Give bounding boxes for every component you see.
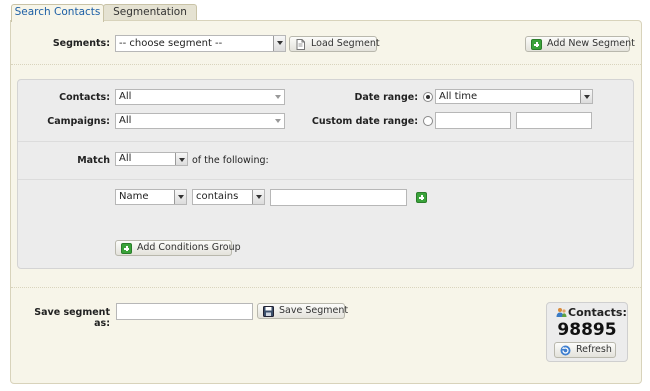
match-suffix: of the following: bbox=[192, 155, 269, 166]
add-new-segment-button[interactable]: Add New Segment bbox=[525, 36, 635, 52]
document-icon bbox=[295, 39, 306, 50]
load-segment-button[interactable]: Load Segment bbox=[289, 36, 380, 52]
chevron-down-icon bbox=[273, 36, 285, 51]
plus-icon bbox=[121, 243, 132, 254]
divider bbox=[18, 179, 633, 180]
add-condition-plus-icon[interactable] bbox=[416, 192, 427, 203]
save-segment-button[interactable]: Save Segment bbox=[257, 303, 349, 319]
chevron-down-icon bbox=[272, 114, 284, 127]
chevron-down-icon bbox=[580, 90, 592, 103]
contacts-label: Contacts: bbox=[59, 92, 110, 103]
divider bbox=[18, 141, 633, 142]
users-icon bbox=[556, 307, 567, 321]
campaigns-select-value: All bbox=[119, 115, 132, 126]
segment-select-value: -- choose segment -- bbox=[119, 38, 223, 49]
custom-date-range-radio[interactable] bbox=[423, 116, 433, 126]
add-new-segment-label: Add New Segment bbox=[547, 38, 635, 49]
contacts-select-value: All bbox=[119, 91, 132, 102]
plus-icon bbox=[531, 39, 542, 50]
segments-label: Segments: bbox=[52, 38, 110, 49]
chevron-down-icon bbox=[175, 153, 187, 165]
floppy-disk-icon bbox=[263, 306, 274, 317]
chevron-down-icon bbox=[252, 190, 264, 204]
contacts-count: 98895 bbox=[557, 320, 617, 340]
tab-segmentation-list[interactable]: Segmentation List bbox=[103, 4, 197, 33]
custom-date-range-label: Custom date range: bbox=[311, 116, 418, 127]
filters-box bbox=[17, 79, 634, 269]
campaigns-label: Campaigns: bbox=[47, 116, 110, 127]
load-segment-label: Load Segment bbox=[311, 38, 380, 49]
date-range-select-value: All time bbox=[439, 91, 478, 102]
condition-field-value: Name bbox=[119, 191, 149, 202]
date-range-select[interactable]: All time bbox=[435, 89, 593, 104]
save-segment-label: Save segment as: bbox=[34, 307, 110, 329]
condition-operator-select[interactable]: contains bbox=[192, 189, 265, 205]
match-label: Match bbox=[77, 155, 110, 166]
contacts-select[interactable]: All bbox=[115, 89, 285, 105]
custom-date-from-input[interactable] bbox=[435, 112, 511, 129]
add-conditions-group-button[interactable]: Add Conditions Group bbox=[115, 240, 241, 256]
contacts-summary-label: Contacts: bbox=[568, 306, 627, 319]
refresh-icon bbox=[560, 345, 571, 356]
custom-date-to-input[interactable] bbox=[516, 112, 592, 129]
match-select[interactable]: All bbox=[115, 152, 188, 166]
condition-field-select[interactable]: Name bbox=[115, 189, 187, 205]
condition-operator-value: contains bbox=[196, 191, 239, 202]
add-conditions-group-label: Add Conditions Group bbox=[137, 242, 241, 253]
save-segment-name-input[interactable] bbox=[116, 303, 253, 320]
match-select-value: All bbox=[119, 153, 132, 164]
chevron-down-icon bbox=[174, 190, 186, 204]
refresh-label: Refresh bbox=[576, 344, 612, 355]
tab-search-contacts[interactable]: Search Contacts bbox=[11, 4, 104, 22]
date-range-radio[interactable] bbox=[423, 92, 433, 102]
campaigns-select[interactable]: All bbox=[115, 113, 285, 129]
divider bbox=[11, 287, 641, 288]
refresh-button[interactable]: Refresh bbox=[554, 342, 616, 358]
save-segment-button-label: Save Segment bbox=[279, 305, 349, 316]
condition-value-input[interactable] bbox=[270, 189, 407, 206]
divider bbox=[11, 64, 641, 65]
chevron-down-icon bbox=[272, 90, 284, 103]
date-range-label: Date range: bbox=[354, 92, 419, 103]
segment-select[interactable]: -- choose segment -- bbox=[115, 35, 286, 52]
